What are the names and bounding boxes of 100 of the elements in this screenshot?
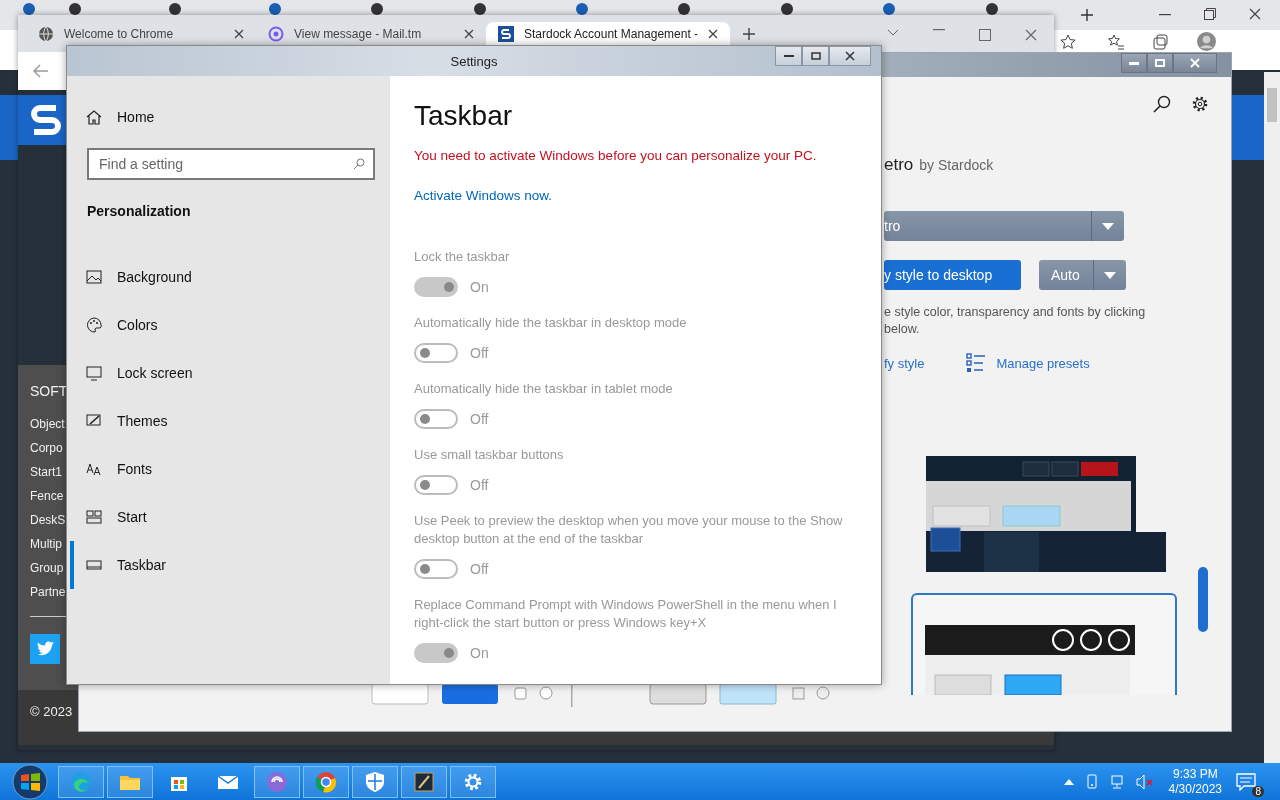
avatar-icon[interactable]: [1197, 32, 1216, 51]
activate-link[interactable]: Activate Windows now.: [414, 188, 553, 203]
home-nav-item[interactable]: Home: [70, 107, 390, 127]
notification-badge: 8: [1252, 785, 1264, 797]
tab-title: View message - Mail.tm: [294, 26, 423, 41]
tab-favicon-icon[interactable]: [985, 2, 999, 16]
close-icon[interactable]: [1249, 8, 1261, 20]
manage-presets-link[interactable]: Manage presets: [996, 355, 1090, 371]
footer-link[interactable]: Corpo: [30, 440, 63, 457]
setting-label: Use Peek to preview the desktop when you move your mouse to the Show desktop button at the end of the taskbar: [414, 512, 844, 548]
browser-tab[interactable]: View message - Mail.tm: [256, 22, 486, 45]
scroll-thumb[interactable]: [1198, 567, 1208, 632]
browser-tab[interactable]: Stardock Account Management -: [486, 22, 731, 45]
footer-link[interactable]: DeskS: [30, 512, 66, 529]
scrollbar[interactable]: [1264, 72, 1280, 763]
maximize-icon[interactable]: [979, 29, 991, 41]
maximize-button[interactable]: [802, 46, 829, 66]
volume-muted-icon[interactable]: [1135, 773, 1154, 790]
tab-favicon-icon[interactable]: [882, 2, 896, 16]
tab-favicon-icon[interactable]: [370, 2, 384, 16]
tab-favicon-icon[interactable]: [68, 2, 82, 16]
setting-label: Replace Command Prompt with Windows PowerShell in the menu when I right-click the start button or press Windows key+X: [414, 596, 838, 632]
minimize-button[interactable]: [775, 46, 802, 66]
chevron-up-icon[interactable]: [1063, 778, 1074, 785]
tab-favicon-icon[interactable]: [268, 2, 282, 16]
nav-item[interactable]: Colors: [70, 301, 390, 349]
search-field[interactable]: Find a setting: [87, 148, 375, 180]
apply-button[interactable]: y style to desktop: [884, 260, 1021, 290]
brush-icon: [86, 413, 102, 429]
monitor-icon: [86, 365, 102, 381]
clock-date[interactable]: 4/30/2023: [1168, 781, 1222, 797]
app-byline: by Stardock: [919, 157, 994, 173]
close-icon[interactable]: [708, 28, 719, 39]
close-button[interactable]: [829, 46, 871, 66]
globe-icon: [38, 25, 54, 42]
taskbar-app-button[interactable]: [450, 765, 496, 798]
nav-item[interactable]: Lock screen: [70, 349, 390, 397]
tab-favicon-icon[interactable]: [575, 2, 589, 16]
style-preview-drawing[interactable]: [926, 456, 1166, 572]
minimize-icon[interactable]: [933, 29, 945, 31]
tab-title: Welcome to Chrome: [64, 26, 175, 41]
nav-item[interactable]: Background: [70, 253, 390, 301]
nav-item[interactable]: Fonts: [70, 445, 390, 493]
taskbar-app-button[interactable]: [401, 765, 447, 798]
caret-icon: [1104, 271, 1116, 279]
font-icon: [86, 461, 102, 477]
footer-link[interactable]: Start1: [30, 464, 62, 481]
browser-tab[interactable]: Welcome to Chrome: [26, 22, 256, 45]
tab-favicon-icon[interactable]: [677, 2, 691, 16]
footer-link[interactable]: Multip: [30, 536, 62, 553]
star-icon[interactable]: [1060, 34, 1076, 50]
search-icon[interactable]: [1153, 95, 1171, 113]
tab-favicon-icon[interactable]: [780, 2, 794, 16]
tab-favicon-icon[interactable]: [473, 2, 487, 16]
nav-item[interactable]: Themes: [70, 397, 390, 445]
home-icon: [86, 109, 102, 125]
footer-link[interactable]: Object: [30, 416, 65, 433]
new-tab-icon[interactable]: [1080, 8, 1094, 22]
tab-favicon-icon[interactable]: [168, 2, 182, 16]
close-icon[interactable]: [464, 28, 474, 39]
close-button[interactable]: [1173, 53, 1217, 73]
chevron-down-icon[interactable]: [887, 29, 899, 37]
toggle-state: Off: [470, 411, 489, 427]
list-icon[interactable]: [966, 353, 987, 373]
browser-icon: [70, 770, 92, 793]
back-arrow-icon[interactable]: [33, 64, 49, 78]
preview-card[interactable]: [911, 593, 1177, 695]
settings-icon[interactable]: [1191, 95, 1209, 113]
maximize-icon: [1155, 59, 1165, 67]
window-title: Settings: [450, 53, 498, 69]
start-button[interactable]: [12, 763, 48, 800]
toggle-state: Off: [470, 561, 489, 577]
footer-heading: SOFT: [30, 383, 68, 399]
footer-link[interactable]: Partne: [30, 584, 66, 601]
star-list-icon[interactable]: [1108, 34, 1124, 50]
setting-label: Lock the taskbar: [414, 248, 511, 266]
app-name: etro: [884, 155, 914, 175]
close-icon[interactable]: [234, 28, 244, 39]
nav-item[interactable]: Start: [70, 493, 390, 541]
tab-favicon-icon[interactable]: [22, 2, 36, 16]
footer-link[interactable]: Group: [30, 560, 64, 577]
clock-time[interactable]: 9:33 PM: [1172, 766, 1218, 782]
minimize-button[interactable]: [1121, 53, 1147, 73]
network-icon[interactable]: [1109, 773, 1126, 790]
setting-label: Automatically hide the taskbar in desktop mode: [414, 314, 688, 332]
new-tab-icon[interactable]: [742, 27, 757, 41]
notification-icon[interactable]: [1236, 772, 1256, 791]
toggle-state: Off: [470, 477, 489, 493]
minimize-icon[interactable]: [1159, 14, 1171, 16]
footer-link[interactable]: Fence: [30, 488, 64, 505]
setting-label: Use small taskbar buttons: [414, 446, 565, 464]
maximize-button[interactable]: [1147, 53, 1173, 73]
taskbar-app-button[interactable]: [352, 765, 398, 798]
section-heading: Personalization: [87, 203, 192, 219]
nav-item[interactable]: Taskbar: [70, 541, 390, 589]
modify-style-link[interactable]: fy style: [884, 355, 925, 371]
restore-icon[interactable]: [1204, 8, 1216, 20]
close-icon[interactable]: [1025, 29, 1037, 41]
twitter-icon[interactable]: [30, 634, 60, 664]
collections-icon[interactable]: [1152, 34, 1168, 50]
